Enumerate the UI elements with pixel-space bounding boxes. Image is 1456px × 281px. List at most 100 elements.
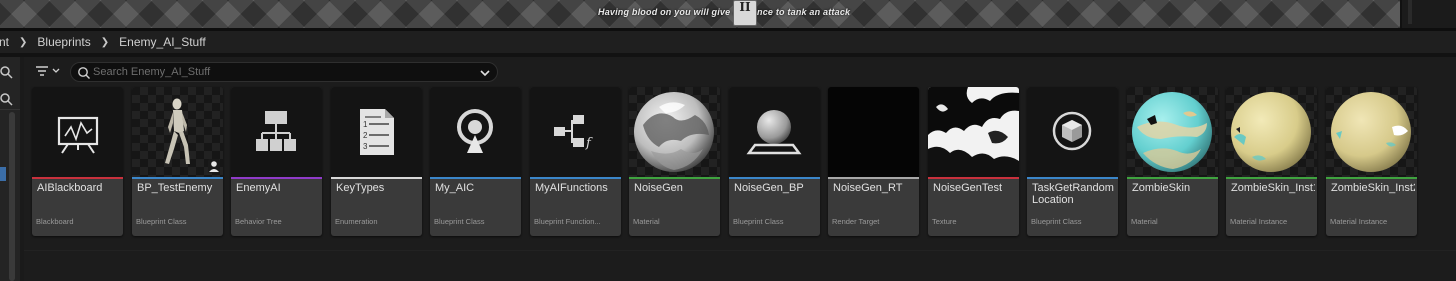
behavior-tree-icon — [231, 87, 322, 177]
asset-name: ZombieSkin — [1132, 182, 1191, 194]
asset-type: Blackboard — [36, 217, 74, 226]
asset-type: Material Instance — [1230, 217, 1288, 226]
task-cube-icon — [1052, 111, 1092, 151]
asset-tile[interactable]: NoiseGen_BP Blueprint Class — [729, 87, 820, 236]
asset-thumbnail — [132, 87, 223, 177]
svg-text:f: f — [585, 136, 593, 151]
asset-thumbnail — [828, 87, 919, 177]
chevron-right-icon[interactable]: ❯ — [13, 37, 33, 48]
search-input[interactable] — [93, 65, 473, 79]
asset-name: NoiseGen_RT — [833, 182, 903, 194]
ai-controller-icon — [430, 87, 521, 177]
asset-type-color-bar — [430, 177, 521, 179]
asset-type-color-bar — [1226, 177, 1317, 179]
enumeration-icon: 1 2 3 — [360, 109, 394, 155]
asset-tile[interactable]: BP_TestEnemy Blueprint Class — [132, 87, 223, 236]
breadcrumb-item-blueprints[interactable]: Blueprints — [33, 35, 94, 49]
sphere-actor-icon — [746, 110, 802, 155]
asset-name: My_AIC — [435, 182, 475, 194]
blackboard-icon — [32, 87, 123, 177]
asset-type-color-bar — [629, 177, 720, 179]
search-box[interactable] — [70, 62, 498, 82]
asset-type-color-bar — [729, 177, 820, 179]
asset-type-color-bar — [928, 177, 1019, 179]
asset-type: Material — [1131, 217, 1158, 226]
asset-grid: AIBlackboard Blackboard BP_TestEnemy Bluep… — [32, 87, 1452, 237]
zombie-skin-inst2-preview — [1331, 92, 1411, 172]
svg-text:3: 3 — [363, 142, 368, 151]
asset-thumbnail — [1326, 87, 1417, 177]
zombie-skin-preview — [1132, 92, 1212, 172]
asset-tile[interactable]: AIBlackboard Blackboard — [32, 87, 123, 236]
asset-name: ZombieSkin_Inst2 — [1331, 182, 1415, 194]
asset-tile[interactable]: NoiseGenTest Texture — [928, 87, 1019, 236]
asset-type-color-bar — [331, 177, 422, 179]
asset-type: Blueprint Function... — [534, 217, 601, 226]
asset-name: EnemyAI — [236, 182, 281, 194]
asset-type: Enumeration — [335, 217, 378, 226]
asset-tile[interactable]: ZombieSkin Material — [1127, 87, 1218, 236]
svg-text:1: 1 — [363, 120, 368, 129]
asset-type-color-bar — [1326, 177, 1417, 179]
svg-text:2: 2 — [363, 131, 368, 140]
asset-type: Material — [633, 217, 660, 226]
asset-view: AIBlackboard Blackboard BP_TestEnemy Bluep… — [24, 57, 1456, 281]
asset-thumbnail — [629, 87, 720, 177]
content-browser-window: Having blood on you will give a chance t… — [0, 0, 1456, 281]
asset-type: Blueprint Class — [136, 217, 187, 226]
asset-name: NoiseGen — [634, 182, 683, 194]
asset-tile[interactable]: f MyAIFunctions Blueprint Function... — [530, 87, 621, 236]
asset-toolbar — [24, 57, 1456, 87]
behavior-tree-icon — [256, 111, 296, 151]
asset-tile[interactable]: EnemyAI Behavior Tree — [231, 87, 322, 236]
asset-tile[interactable]: NoiseGen Material — [629, 87, 720, 236]
asset-thumbnail — [928, 87, 1019, 177]
zombie-skin-inst1-preview — [1231, 92, 1311, 172]
asset-name: NoiseGen_BP — [734, 182, 804, 194]
selected-folder-indicator[interactable] — [0, 167, 6, 181]
asset-name: KeyTypes — [336, 182, 385, 194]
asset-tile[interactable]: 1 2 3 KeyTypes Enumeration — [331, 87, 422, 236]
search-icon[interactable] — [0, 65, 14, 79]
task-cube-icon — [1027, 87, 1118, 177]
asset-type: Behavior Tree — [235, 217, 282, 226]
asset-type-color-bar — [32, 177, 123, 179]
asset-type: Texture — [932, 217, 957, 226]
asset-type-color-bar — [1027, 177, 1118, 179]
asset-name: TaskGetRandom Location — [1032, 182, 1114, 206]
asset-name: ZombieSkin_Inst1 — [1231, 182, 1315, 194]
asset-tile[interactable]: TaskGetRandom Location Blueprint Class — [1027, 87, 1118, 236]
sources-scrollbar[interactable] — [9, 112, 15, 281]
asset-tile[interactable]: My_AIC Blueprint Class — [430, 87, 521, 236]
asset-tile[interactable]: ZombieSkin_Inst1 Material Instance — [1226, 87, 1317, 236]
viewport-glyph-icon: II — [733, 0, 757, 26]
asset-type-color-bar — [132, 177, 223, 179]
asset-tile[interactable]: NoiseGen_RT Render Target — [828, 87, 919, 236]
asset-type: Blueprint Class — [733, 217, 784, 226]
noise-texture-preview — [928, 87, 1019, 177]
breadcrumb: nt ❯ Blueprints ❯ Enemy_AI_Stuff — [0, 31, 1456, 53]
breadcrumb-item-content[interactable]: nt — [0, 35, 13, 49]
filter-icon[interactable] — [34, 64, 64, 80]
asset-type: Render Target — [832, 217, 880, 226]
game-viewport[interactable]: Having blood on you will give a chance t… — [0, 0, 1456, 28]
asset-type: Blueprint Class — [1031, 217, 1082, 226]
blackboard-icon — [32, 87, 123, 177]
function-library-icon: f — [530, 87, 621, 177]
divider — [0, 109, 20, 110]
chevron-down-icon[interactable] — [479, 67, 491, 79]
breadcrumb-item-enemy-ai-stuff[interactable]: Enemy_AI_Stuff — [115, 35, 210, 49]
asset-type: Blueprint Class — [434, 217, 485, 226]
sphere-actor-icon — [729, 87, 820, 177]
search-icon[interactable] — [0, 92, 14, 106]
asset-tile[interactable]: ZombieSkin_Inst2 Material Instance — [1326, 87, 1417, 236]
asset-name: NoiseGenTest — [933, 182, 1003, 194]
asset-name: BP_TestEnemy — [137, 182, 213, 194]
asset-name: AIBlackboard — [37, 182, 103, 194]
chevron-right-icon[interactable]: ❯ — [95, 37, 115, 48]
asset-thumbnail — [1127, 87, 1218, 177]
viewport-side-panel — [1400, 0, 1456, 28]
ai-controller-icon — [457, 109, 493, 153]
enumeration-icon: 1 2 3 — [331, 87, 422, 177]
asset-type-color-bar — [1127, 177, 1218, 179]
